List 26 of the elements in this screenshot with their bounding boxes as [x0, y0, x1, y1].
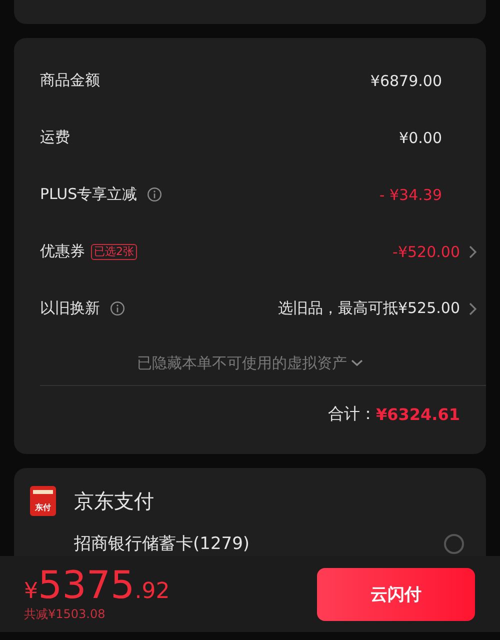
- row-label: 运费: [40, 128, 70, 147]
- pay-amount: ¥5375.92: [24, 566, 171, 604]
- row-value: ¥6879.00: [370, 72, 442, 90]
- chevron-icon[interactable]: [468, 244, 478, 258]
- savings-text: 共减¥1503.08: [24, 606, 106, 622]
- row-label: 优惠券: [40, 242, 85, 261]
- payment-logo: 东付: [30, 486, 56, 516]
- row-value: ¥0.00: [399, 128, 442, 146]
- total-label: 合计：: [328, 404, 376, 424]
- chevron-down-icon[interactable]: [351, 359, 363, 367]
- pay-button[interactable]: 云闪付: [317, 568, 475, 620]
- row-value: 选旧品，最高可抵¥525.00: [278, 299, 460, 318]
- row-label: PLUS专享立减: [40, 185, 138, 204]
- hidden-assets-note[interactable]: 已隐藏本单不可使用的虚拟资产: [137, 354, 347, 372]
- row-value: -¥520.00: [392, 242, 460, 260]
- bank-card-label[interactable]: 招商银行储蓄卡(1279): [74, 532, 444, 555]
- radio-button[interactable]: [444, 534, 464, 554]
- coupon-tag: 已选2张: [91, 244, 137, 260]
- total-value: ¥6324.61: [376, 404, 460, 424]
- info-icon[interactable]: [110, 301, 125, 316]
- row-label: 商品金额: [40, 71, 100, 90]
- chevron-icon[interactable]: [468, 302, 478, 316]
- row-value: - ¥34.39: [379, 186, 442, 204]
- payment-title: 京东支付: [74, 488, 154, 514]
- row-label: 以旧换新: [40, 299, 100, 318]
- info-icon[interactable]: [147, 187, 162, 202]
